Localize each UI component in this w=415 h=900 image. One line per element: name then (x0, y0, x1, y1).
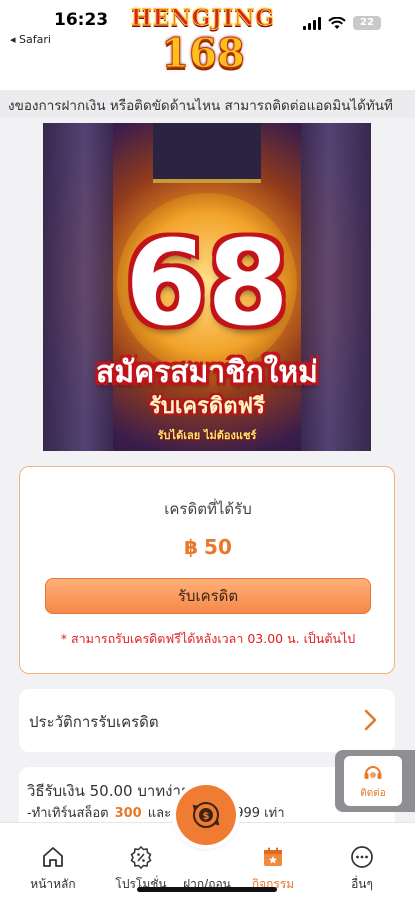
banner-title: สมัครสมาชิกใหม่ (96, 355, 318, 390)
wifi-icon (328, 16, 346, 29)
promo-banner: 68 สมัครสมาชิกใหม่ รับเครดิตฟรี รับได้เล… (43, 123, 371, 451)
credit-note: * สามารถรับเครดิตฟรีได้หลังเวลา 03.00 น.… (60, 631, 356, 646)
announcement-marquee: งของการฝากเงิน หรือติดขัดด้านไหน สามารถต… (0, 90, 415, 118)
battery-icon: 22 (353, 16, 381, 30)
contact-button[interactable]: ติดต่อ (344, 756, 402, 806)
headset-icon (364, 766, 382, 779)
announcement-text: งของการฝากเงิน หรือติดขัดด้านไหน สามารถต… (8, 98, 393, 114)
activity-icon (264, 847, 282, 866)
status-indicators: 22 (303, 16, 381, 30)
credit-history-label: ประวัติการรับเครดิต (29, 713, 159, 731)
nav-item-more[interactable]: อื่นๆ (322, 823, 402, 900)
signal-icon (303, 16, 321, 30)
baht-symbol: ฿ (184, 535, 199, 559)
credit-amount: ฿ 50 (20, 535, 396, 559)
logo-number: 168 (161, 30, 246, 77)
contact-floating-panel: ติดต่อ (335, 750, 415, 812)
svg-text:$: $ (203, 811, 210, 822)
credit-history-row[interactable]: ประวัติการรับเครดิต (19, 689, 395, 752)
banner-subtitle: รับเครดิตฟรี (149, 394, 265, 419)
chevron-right-icon (364, 709, 377, 731)
header: 16:23 ◂ Safari 22 HENGJING 168 (0, 0, 415, 90)
nav-item-home[interactable]: หน้าหลัก (13, 823, 93, 900)
info-turnover-value: 300 (114, 806, 142, 821)
banner-arch (153, 123, 261, 183)
deposit-withdraw-icon: $ (192, 802, 220, 828)
site-logo[interactable]: HENGJING 168 (128, 4, 278, 86)
more-icon (351, 846, 373, 868)
credit-label: เครดิตที่ได้รับ (164, 500, 252, 518)
claim-credit-button[interactable]: รับเครดิต (45, 578, 371, 614)
credit-amount-value: 50 (204, 535, 232, 559)
home-icon (43, 847, 63, 867)
contact-label: ติดต่อ (360, 788, 386, 799)
banner-note: รับได้เลย ไม่ต้องแชร์ (157, 429, 257, 442)
credit-card: เครดิตที่ได้รับ ฿ 50 รับเครดิต * สามารถรั… (19, 466, 395, 674)
status-time: 16:23 (54, 10, 109, 30)
banner-number: 68 (124, 214, 290, 352)
logo-wordmark: HENGJING (130, 5, 276, 32)
promotion-icon (130, 845, 152, 869)
info-title: วิธีรับเงิน 50.00 บาทง่ายๆ (27, 782, 198, 800)
nav-label-more: อื่นๆ (351, 877, 373, 891)
nav-label-home: หน้าหลัก (30, 877, 76, 891)
deposit-withdraw-button[interactable]: $ (176, 785, 236, 845)
home-indicator (137, 887, 277, 892)
back-to-safari-link[interactable]: ◂ Safari (10, 33, 51, 46)
info-turnover-prefix: -ทำเทิร์นสล็อต (27, 806, 109, 821)
